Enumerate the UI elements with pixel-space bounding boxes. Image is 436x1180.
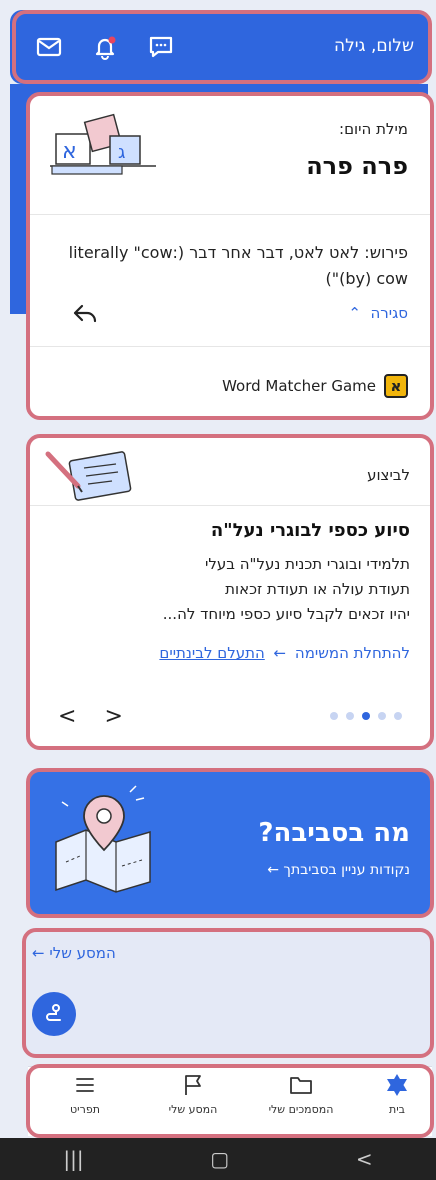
highlight-frame: [26, 434, 434, 750]
highlight-frame: [26, 768, 434, 918]
home-icon[interactable]: ▢: [210, 1147, 229, 1171]
back-icon[interactable]: <: [356, 1147, 373, 1171]
highlight-frame: [12, 10, 432, 84]
highlight-frame: [26, 1064, 434, 1138]
app-screen: שלום, גילה מילת היום: פרה פרה א ג פירוש:…: [0, 0, 436, 1180]
highlight-frame: [26, 92, 434, 420]
system-nav-bar: ||| ▢ <: [0, 1138, 436, 1180]
recent-apps-icon[interactable]: |||: [63, 1147, 83, 1171]
highlight-frame: [22, 928, 434, 1058]
